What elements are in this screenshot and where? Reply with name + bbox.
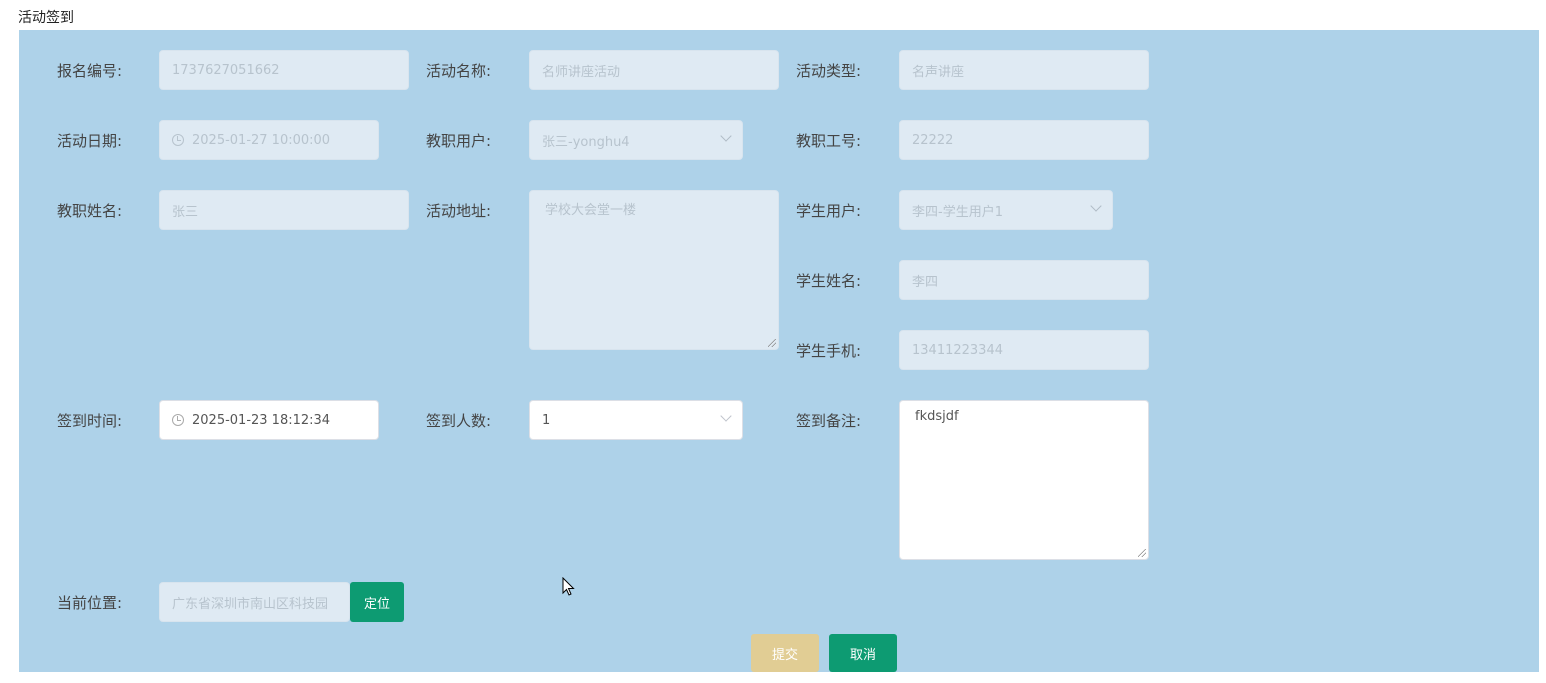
activity-name-field[interactable]: 名师讲座活动 xyxy=(529,50,779,90)
staff-name-label: 教职姓名: xyxy=(57,202,123,220)
activity-type-label: 活动类型: xyxy=(796,62,862,80)
mouse-pointer-icon xyxy=(562,577,575,596)
chevron-down-icon xyxy=(720,410,732,422)
activity-address-value: 学校大会堂一楼 xyxy=(545,203,637,218)
checkin-remark-textarea[interactable]: fkdsjdf xyxy=(899,400,1149,560)
student-user-label: 学生用户: xyxy=(796,202,862,220)
staff-name-field[interactable]: 张三 xyxy=(159,190,409,230)
resize-grip-icon[interactable] xyxy=(768,339,776,347)
staff-name-value: 张三 xyxy=(172,204,199,220)
checkin-remark-label: 签到备注: xyxy=(796,412,862,430)
staff-user-label: 教职用户: xyxy=(426,132,492,150)
page-title: 活动签到 xyxy=(18,10,74,26)
checkin-time-label: 签到时间: xyxy=(57,412,123,430)
activity-address-label: 活动地址: xyxy=(426,202,492,220)
staff-user-select[interactable]: 张三-yonghu4 xyxy=(529,120,743,160)
chevron-down-icon xyxy=(1090,200,1102,212)
student-phone-value: 13411223344 xyxy=(912,342,1003,358)
activity-name-value: 名师讲座活动 xyxy=(542,64,621,80)
registration-number-field[interactable]: 1737627051662 xyxy=(159,50,409,90)
current-location-field[interactable]: 广东省深圳市南山区科技园 xyxy=(159,582,350,622)
checkin-count-value: 1 xyxy=(542,412,551,428)
activity-date-label: 活动日期: xyxy=(57,132,123,150)
chevron-down-icon xyxy=(720,130,732,142)
checkin-remark-value: fkdsjdf xyxy=(915,409,959,424)
staff-id-label: 教职工号: xyxy=(796,132,862,150)
student-name-value: 李四 xyxy=(912,274,939,290)
staff-id-value: 22222 xyxy=(912,132,954,148)
student-user-select[interactable]: 李四-学生用户1 xyxy=(899,190,1113,230)
staff-id-field[interactable]: 22222 xyxy=(899,120,1149,160)
checkin-time-picker[interactable]: 2025-01-23 18:12:34 xyxy=(159,400,379,440)
activity-name-label: 活动名称: xyxy=(426,62,492,80)
student-phone-label: 学生手机: xyxy=(796,342,862,360)
current-location-label: 当前位置: xyxy=(57,594,123,612)
activity-type-value: 名声讲座 xyxy=(912,64,965,80)
checkin-time-value: 2025-01-23 18:12:34 xyxy=(192,412,331,428)
clock-icon xyxy=(172,414,184,426)
clock-icon xyxy=(172,134,184,146)
registration-number-label: 报名编号: xyxy=(57,62,123,80)
staff-user-value: 张三-yonghu4 xyxy=(542,134,630,150)
activity-date-picker[interactable]: 2025-01-27 10:00:00 xyxy=(159,120,379,160)
registration-number-value: 1737627051662 xyxy=(172,62,280,78)
activity-address-textarea[interactable]: 学校大会堂一楼 xyxy=(529,190,779,350)
student-user-value: 李四-学生用户1 xyxy=(912,204,1003,220)
activity-date-value: 2025-01-27 10:00:00 xyxy=(192,132,331,148)
activity-type-field[interactable]: 名声讲座 xyxy=(899,50,1149,90)
submit-button[interactable]: 提交 xyxy=(751,634,819,672)
current-location-value: 广东省深圳市南山区科技园 xyxy=(172,596,329,612)
cancel-button[interactable]: 取消 xyxy=(829,634,897,672)
checkin-count-label: 签到人数: xyxy=(426,412,492,430)
student-name-label: 学生姓名: xyxy=(796,272,862,290)
student-name-field[interactable]: 李四 xyxy=(899,260,1149,300)
resize-grip-icon[interactable] xyxy=(1138,549,1146,557)
locate-button[interactable]: 定位 xyxy=(350,582,404,622)
student-phone-field[interactable]: 13411223344 xyxy=(899,330,1149,370)
checkin-count-select[interactable]: 1 xyxy=(529,400,743,440)
